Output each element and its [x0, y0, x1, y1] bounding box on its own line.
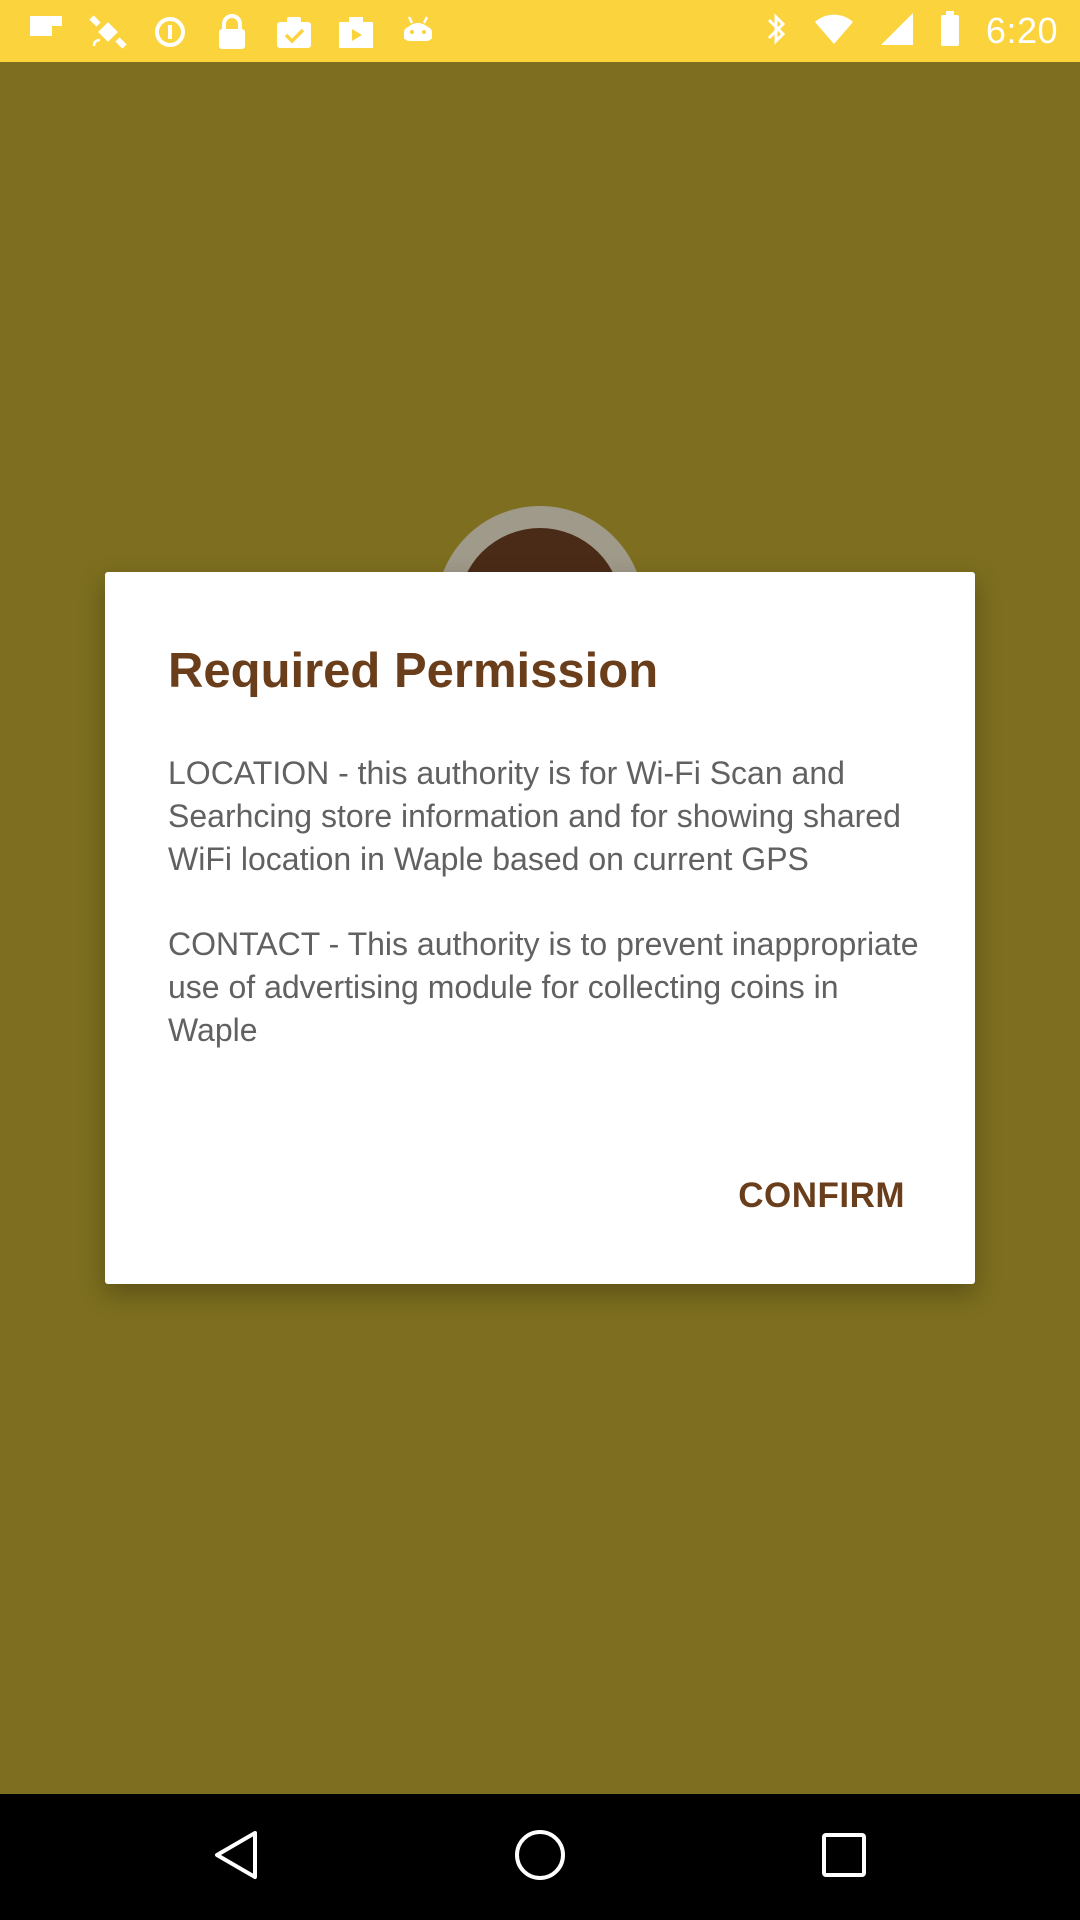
wifi-icon — [814, 13, 854, 50]
recents-icon — [821, 1832, 867, 1883]
play-store-icon — [336, 12, 376, 52]
contact-permission-text: CONTACT - This authority is to prevent i… — [168, 926, 919, 1048]
lock-icon — [212, 12, 252, 52]
confirm-button[interactable]: CONFIRM — [738, 1176, 905, 1216]
location-permission-text: LOCATION - this authority is for Wi-Fi S… — [168, 755, 901, 877]
fake-gps-icon — [88, 12, 128, 52]
permission-dialog: Required Permission LOCATION - this auth… — [105, 572, 975, 1284]
home-icon — [513, 1828, 567, 1887]
battery-icon — [940, 10, 960, 52]
back-icon — [212, 1829, 260, 1886]
data-saver-icon — [150, 12, 190, 52]
back-button[interactable] — [196, 1817, 276, 1897]
task-done-icon — [274, 12, 314, 52]
dialog-message: LOCATION - this authority is for Wi-Fi S… — [168, 752, 928, 1052]
notification-icons — [26, 12, 438, 52]
dialog-title: Required Permission — [168, 644, 659, 698]
system-status: 6:20 — [766, 10, 1058, 52]
app-screen: 6:20 Required Permission LOCATION - this… — [0, 0, 1080, 1920]
home-button[interactable] — [500, 1817, 580, 1897]
navigation-bar — [0, 1794, 1080, 1920]
status-time: 6:20 — [985, 10, 1058, 51]
signal-icon — [880, 12, 914, 51]
bluetooth-icon — [766, 11, 788, 52]
status-bar: 6:20 — [0, 0, 1080, 62]
android-icon — [398, 12, 438, 52]
flipboard-icon — [26, 12, 66, 52]
recents-button[interactable] — [804, 1817, 884, 1897]
